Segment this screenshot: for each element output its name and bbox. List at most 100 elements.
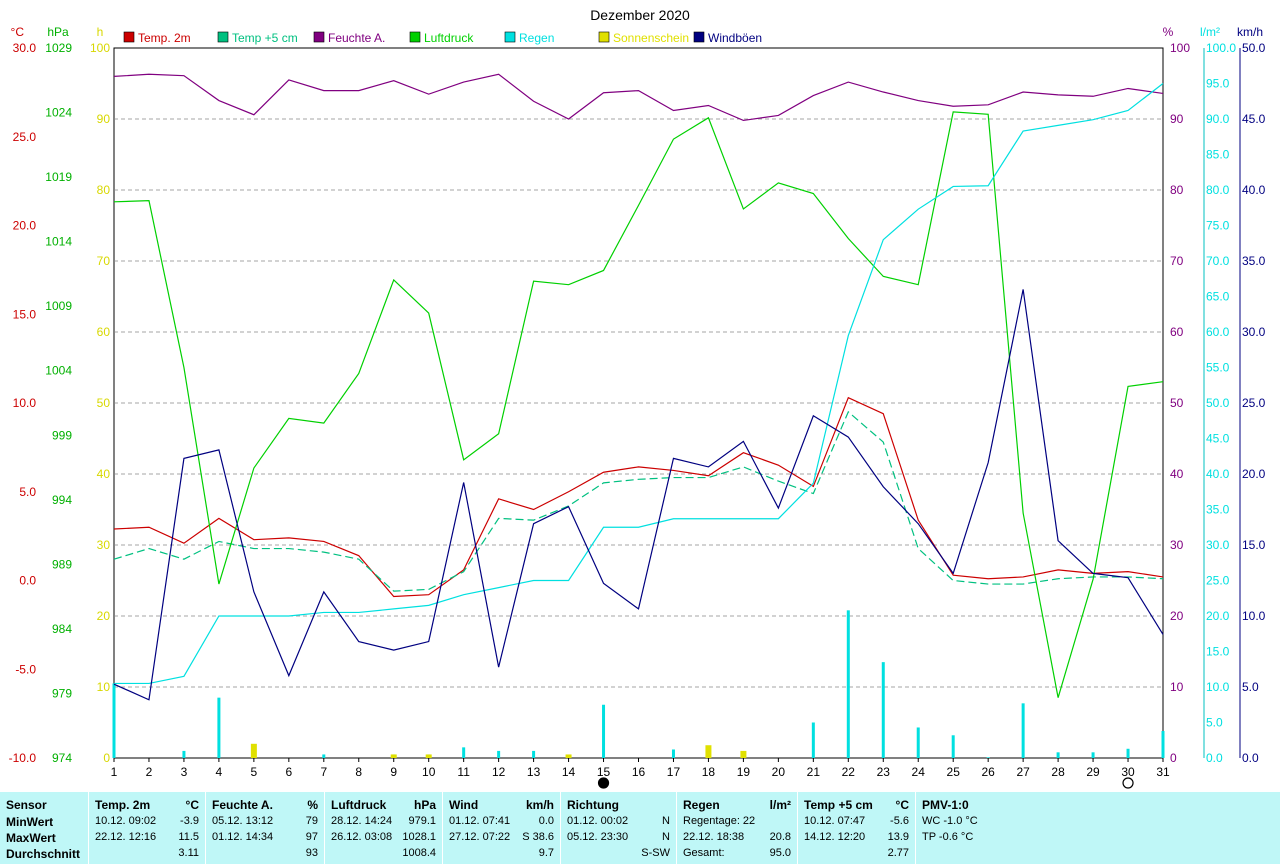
daily-rain-bar [846, 610, 850, 758]
daily-rain-bar [1126, 748, 1130, 758]
daily-rain-bar [1091, 752, 1095, 758]
daily-rain-bar [602, 704, 606, 758]
stats-sensor: Sensor MinWert MaxWert Durchschnitt [0, 792, 88, 864]
wind-axis-tick-label: 15.0 [1242, 538, 1266, 552]
temp-axis-tick-label: 20.0 [13, 219, 37, 233]
rain-axis-tick-label: 75.0 [1206, 219, 1230, 233]
x-tick-label: 12 [492, 765, 506, 779]
sunshine-bar [390, 754, 397, 758]
sunshine-bar [565, 754, 572, 758]
series-line-temp-2m [113, 396, 1164, 598]
temp-axis-tick-label: -10.0 [9, 751, 37, 765]
daily-rain-bar [881, 662, 885, 758]
x-tick-label: 26 [981, 765, 995, 779]
sun-axis-tick-label: 40 [97, 467, 111, 481]
wind-axis-tick-label: 40.0 [1242, 183, 1266, 197]
rain-axis-tick-label: 95.0 [1206, 77, 1230, 91]
x-tick-label: 4 [216, 765, 223, 779]
sun-axis-tick-label: 20 [97, 609, 111, 623]
rain-axis-tick-label: 15.0 [1206, 645, 1230, 659]
wind-axis-tick-label: 10.0 [1242, 609, 1266, 623]
pressure-axis-tick-label: 984 [52, 622, 72, 636]
x-tick-label: 23 [877, 765, 891, 779]
feuchte-min-val: 79 [305, 815, 318, 827]
stats-luftdruck: Luftdruck hPa 28.12. 14:24 979.1 26.12. … [324, 792, 442, 864]
rain-axis-tick-label: 65.0 [1206, 290, 1230, 304]
luftdruck-max-val: 1028.1 [402, 831, 436, 843]
temp-axis-tick-label: 25.0 [13, 130, 37, 144]
x-tick-label: 21 [807, 765, 821, 779]
sensor-header: Sensor [6, 798, 47, 812]
wind-axis-tick-label: 50.0 [1242, 41, 1266, 55]
temp5-header: Temp +5 cm [804, 798, 873, 812]
rain-axis-tick-label: 50.0 [1206, 396, 1230, 410]
regen-max-val: 20.8 [769, 831, 791, 843]
temp2m-min-val: -3.9 [180, 815, 199, 827]
richtung-min-val: N [662, 815, 670, 827]
temp5-avg: 2.77 [887, 847, 909, 859]
humidity-axis-tick-label: 100 [1170, 41, 1190, 55]
stats-temp5: Temp +5 cm °C 10.12. 07:47 -5.6 14.12. 1… [797, 792, 915, 864]
sunshine-bar [740, 750, 747, 758]
temp2m-unit: °C [185, 798, 199, 812]
regen-gesamt-label: Gesamt: [683, 847, 725, 859]
x-tick-label: 31 [1156, 765, 1170, 779]
durchschnitt-label: Durchschnitt [6, 847, 81, 861]
humidity-axis-tick-label: 80 [1170, 183, 1184, 197]
daily-rain-bar [1161, 731, 1165, 758]
legend-label: Windböen [708, 31, 762, 45]
sun-axis-tick-label: 70 [97, 254, 111, 268]
pressure-axis-tick-label: 974 [52, 751, 72, 765]
moon-symbols [597, 777, 1134, 789]
sun-axis-tick-label: 80 [97, 183, 111, 197]
temp-axis-tick-label: 10.0 [13, 396, 37, 410]
wind-axis-tick-label: 45.0 [1242, 112, 1266, 126]
wind-axis-tick-label: 20.0 [1242, 467, 1266, 481]
pressure-axis-tick-label: 1024 [45, 106, 72, 120]
richtung-max-val: N [662, 831, 670, 843]
humidity-axis-tick-label: 90 [1170, 112, 1184, 126]
temp-axis-tick-label: 0.0 [19, 574, 36, 588]
pmv-wc: WC -1.0 °C [922, 815, 978, 827]
humidity-axis-tick-label: 40 [1170, 467, 1184, 481]
x-tick-label: 11 [457, 765, 470, 779]
luftdruck-min-time: 28.12. 14:24 [331, 815, 393, 827]
legend-swatch [123, 31, 135, 43]
pressure-axis-tick-label: 1029 [45, 41, 72, 55]
feuchte-max-time: 01.12. 14:34 [212, 831, 274, 843]
rain-axis-tick-label: 0.0 [1206, 751, 1223, 765]
x-tick-label: 17 [667, 765, 681, 779]
stats-panel: Sensor MinWert MaxWert Durchschnitt Temp… [0, 792, 1280, 864]
rain-axis-tick-label: 85.0 [1206, 148, 1230, 162]
x-tick-label: 5 [251, 765, 258, 779]
luftdruck-max-time: 26.12. 03:08 [331, 831, 393, 843]
humidity-axis-tick-label: 0 [1170, 751, 1177, 765]
daily-rain-bar [986, 757, 990, 758]
luftdruck-header: Luftdruck [331, 798, 387, 812]
temp-axis-tick-label: 30.0 [13, 41, 37, 55]
pressure-axis-tick-label: 1014 [45, 235, 72, 249]
rain-axis-tick-label: 45.0 [1206, 432, 1230, 446]
legend-swatch [313, 31, 325, 43]
wind-axis-tick-label: 30.0 [1242, 325, 1266, 339]
regen-unit: l/m² [769, 798, 791, 812]
x-tick-label: 29 [1086, 765, 1100, 779]
maxwert-label: MaxWert [6, 831, 56, 845]
wind-unit: km/h [525, 798, 554, 812]
luftdruck-unit: hPa [413, 798, 436, 812]
sun-axis-tick-label: 0 [103, 751, 110, 765]
pressure-axis-tick-label: 994 [52, 493, 72, 507]
legend-swatch [217, 31, 229, 43]
feuchte-min-time: 05.12. 13:12 [212, 815, 274, 827]
x-tick-label: 18 [702, 765, 716, 779]
sun-axis-tick-label: 10 [97, 680, 111, 694]
stats-feuchte: Feuchte A. % 05.12. 13:12 79 01.12. 14:3… [205, 792, 324, 864]
daily-rain-bar [462, 747, 466, 758]
legend-swatch [409, 31, 421, 43]
wind-axis-tick-label: 35.0 [1242, 254, 1266, 268]
legend-label: Feuchte A. [328, 31, 385, 45]
humidity-axis-tick-label: 60 [1170, 325, 1184, 339]
temp5-unit: °C [895, 798, 909, 812]
sunshine-bar [705, 745, 712, 758]
x-tick-label: 19 [737, 765, 751, 779]
